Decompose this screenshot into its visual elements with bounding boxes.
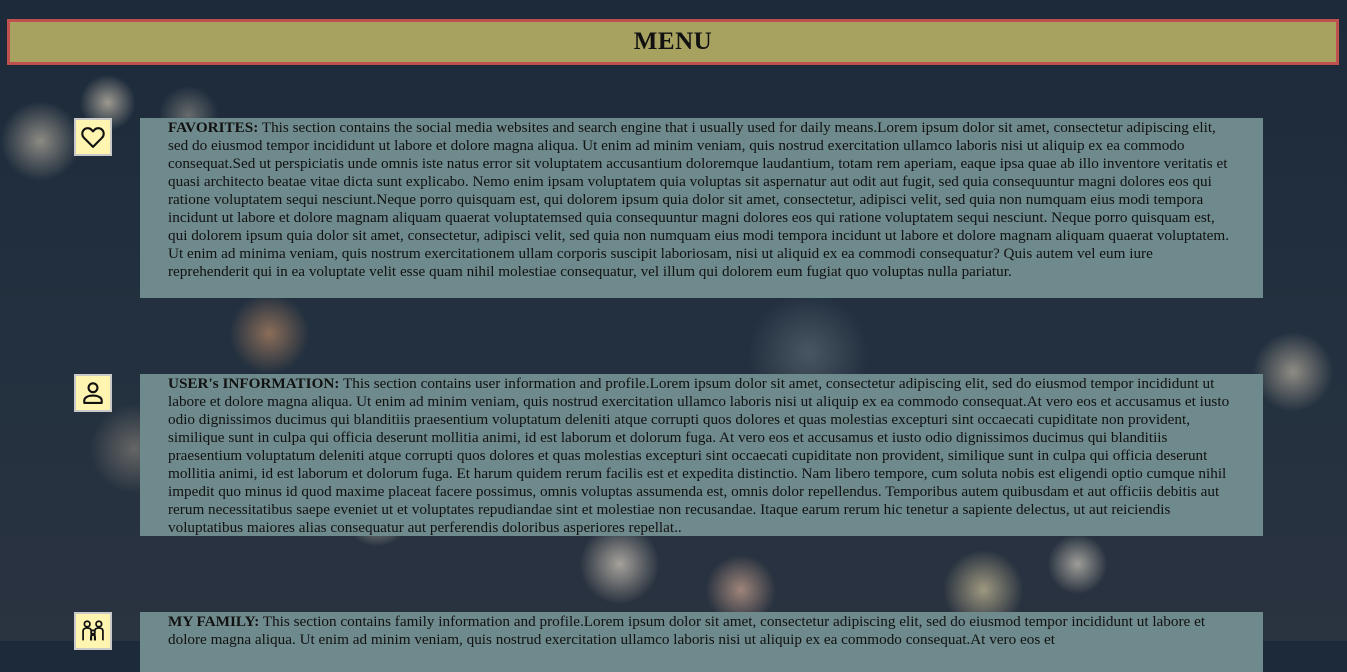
favorites-heading: FAVORITES: [168, 119, 259, 136]
favorites-section: FAVORITES: This section contains the soc… [140, 118, 1263, 298]
family-heading: MY FAMILY: [168, 613, 260, 630]
heart-icon[interactable] [74, 118, 112, 156]
menu-title: MENU [633, 28, 713, 55]
user-icon[interactable] [74, 374, 112, 412]
favorites-text: This section contains the social media w… [168, 119, 1229, 280]
user-information-heading: USER's INFORMATION: [168, 375, 340, 392]
family-icon[interactable] [74, 612, 112, 650]
user-information-text: This section contains user information a… [168, 375, 1230, 536]
user-information-section: USER's INFORMATION: This section contain… [140, 374, 1263, 536]
menu-bar: MENU [7, 19, 1339, 65]
family-text: This section contains family information… [168, 613, 1206, 648]
family-section: MY FAMILY: This section contains family … [140, 612, 1263, 672]
